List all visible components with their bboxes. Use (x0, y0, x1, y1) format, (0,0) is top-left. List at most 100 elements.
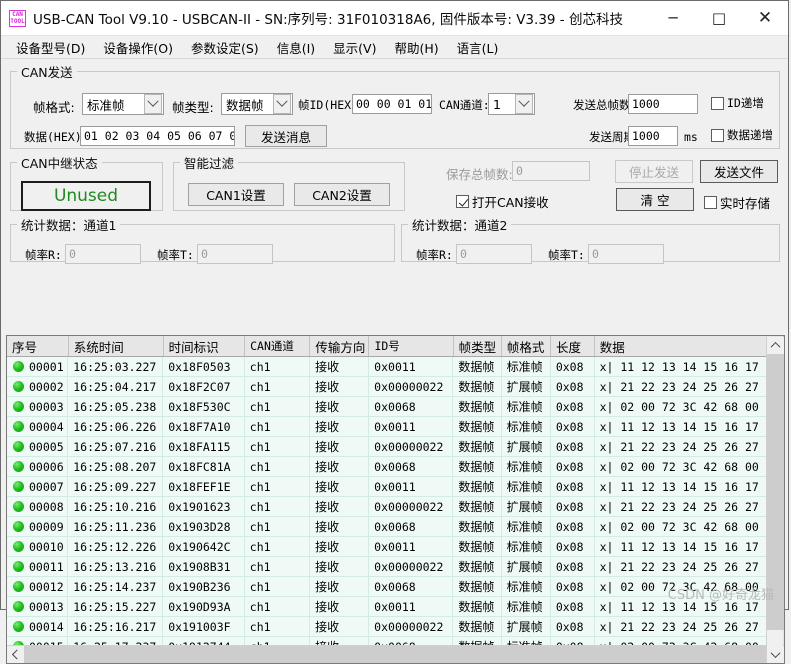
cell-frameformat: 标准帧 (502, 597, 551, 616)
scroll-up-button[interactable] (767, 337, 784, 354)
cell-length: 0x08 (551, 397, 595, 416)
cell-direction: 接收 (310, 457, 370, 476)
cell-systime: 16:25:12.226 (68, 537, 164, 556)
chevron-down-icon[interactable] (515, 94, 533, 114)
table-row[interactable]: 00005 16:25:07.216 0x18FA115 ch1 接收 0x0000002… (7, 437, 784, 457)
menu-item-parameters[interactable]: 参数设定(S) (182, 36, 268, 59)
menu-item-info[interactable]: 信息(I) (268, 36, 324, 59)
cell-channel: ch1 (245, 617, 311, 636)
send-message-button[interactable]: 发送消息 (245, 125, 327, 147)
table-row[interactable]: 00010 16:25:12.226 0x190642C ch1 接收 0x0011 数据帧… (7, 537, 784, 557)
table-row[interactable]: 00001 16:25:03.227 0x18F0503 ch1 接收 0x0011 数据帧… (7, 357, 784, 377)
checkbox-box-icon[interactable] (711, 128, 724, 142)
open-can-receive-checkbox[interactable]: 打开CAN接收 (456, 192, 549, 211)
cell-frametype: 数据帧 (453, 517, 502, 536)
chevron-down-icon[interactable] (144, 94, 162, 114)
table-header-timestamp[interactable]: 时间标识 (164, 336, 246, 356)
cell-frametype: 数据帧 (453, 457, 502, 476)
chevron-down-icon[interactable] (273, 94, 291, 114)
table-header-data[interactable]: 数据 (595, 336, 784, 356)
table-header-channel[interactable]: CAN通道 (245, 336, 311, 356)
clear-button[interactable]: 清 空 (616, 188, 694, 211)
menu-item-help[interactable]: 帮助(H) (385, 36, 447, 59)
table-row[interactable]: 00012 16:25:14.237 0x190B236 ch1 接收 0x0068 数据帧… (7, 577, 784, 597)
cell-timestamp: 0x191003F (163, 617, 245, 636)
scroll-left-button[interactable] (7, 646, 24, 663)
ch2-rate-r-label: 帧率R: (416, 248, 453, 262)
menu-bar: 设备型号(D) 设备操作(O) 参数设定(S) 信息(I) 显示(V) 帮助(H… (1, 36, 788, 59)
table-header-index[interactable]: 序号 (7, 336, 69, 356)
checkbox-box-icon[interactable] (704, 196, 717, 209)
can2-settings-button[interactable]: CAN2设置 (294, 183, 390, 206)
cell-systime: 16:25:10.216 (68, 497, 164, 516)
table-row[interactable]: 00014 16:25:16.217 0x191003F ch1 接收 0x0000002… (7, 617, 784, 637)
cell-data: x| 21 22 23 24 25 26 27 28 (595, 617, 784, 636)
horizontal-scroll-thumb[interactable] (24, 646, 784, 663)
menu-item-device-model[interactable]: 设备型号(D) (7, 36, 94, 59)
cell-index: 00007 (7, 477, 69, 496)
table-header-length[interactable]: 长度 (551, 336, 595, 356)
scroll-down-button[interactable] (767, 646, 784, 663)
frame-format-select[interactable]: 标准帧 (82, 93, 164, 115)
can1-settings-button[interactable]: CAN1设置 (188, 183, 284, 206)
table-header-systime[interactable]: 系统时间 (69, 336, 164, 356)
table-row[interactable]: 0001516:25:17.2370x1912744ch1接收0x0068数据帧… (7, 637, 784, 645)
cell-timestamp: 0x18F2C07 (163, 377, 245, 396)
id-increment-checkbox[interactable]: ID递增 (711, 95, 764, 111)
cell-systime: 16:25:04.217 (68, 377, 164, 396)
close-button[interactable]: ✕ (742, 1, 788, 35)
data-hex-input[interactable]: 01 02 03 04 05 06 07 08 (80, 126, 235, 146)
cell-data: x| 21 22 23 24 25 26 27 28 (595, 557, 784, 576)
total-frames-input[interactable]: 1000 (628, 94, 698, 114)
menu-item-display[interactable]: 显示(V) (324, 36, 385, 59)
cell-systime: 16:25:05.238 (68, 397, 164, 416)
send-period-input[interactable]: 1000 (628, 126, 678, 146)
table-header-id[interactable]: ID号 (369, 336, 454, 356)
table-row[interactable]: 00008 16:25:10.216 0x1901623 ch1 接收 0x0000002… (7, 497, 784, 517)
cell-length: 0x08 (551, 497, 595, 516)
table-row[interactable]: 00006 16:25:08.207 0x18FC81A ch1 接收 0x0068 数据帧… (7, 457, 784, 477)
cell-timestamp: 0x18FEF1E (163, 477, 245, 496)
vertical-scroll-thumb[interactable] (767, 354, 784, 630)
horizontal-scrollbar[interactable] (7, 645, 784, 663)
frame-type-select[interactable]: 数据帧 (221, 93, 293, 115)
cell-systime: 16:25:09.227 (68, 477, 164, 496)
send-file-button[interactable]: 发送文件 (700, 160, 778, 183)
ch1-rate-r-label: 帧率R: (25, 248, 62, 262)
frame-id-input[interactable]: 00 00 01 01 (352, 94, 432, 114)
cell-timestamp: 0x190B236 (163, 577, 245, 596)
table-header-direction[interactable]: 传输方向 (310, 336, 370, 356)
cell-systime: 16:25:13.216 (68, 557, 164, 576)
table-header-frameformat[interactable]: 帧格式 (502, 336, 551, 356)
table-row[interactable]: 00013 16:25:15.227 0x190D93A ch1 接收 0x0011 数据帧… (7, 597, 784, 617)
chevron-down-icon (770, 648, 781, 659)
window-title: USB-CAN Tool V9.10 - USBCAN-II - SN:序列号:… (33, 12, 623, 28)
minimize-button[interactable]: ─ (650, 1, 696, 35)
id-increment-label: ID递增 (727, 96, 764, 110)
menu-item-device-op[interactable]: 设备操作(O) (94, 36, 182, 59)
table-row[interactable]: 00007 16:25:09.227 0x18FEF1E ch1 接收 0x0011 数据帧… (7, 477, 784, 497)
cell-data: x| 02 00 72 3C 42 68 00 00 (595, 577, 784, 596)
can-channel-select[interactable]: 1 (488, 93, 535, 115)
table-row[interactable]: 00011 16:25:13.216 0x1908B31 ch1 接收 0x0000002… (7, 557, 784, 577)
cell-systime: 16:25:07.216 (68, 437, 164, 456)
cell-length: 0x08 (551, 357, 595, 376)
cell-systime: 16:25:11.236 (68, 517, 164, 536)
data-increment-checkbox[interactable]: 数据递增 (711, 127, 773, 143)
realtime-store-checkbox[interactable]: 实时存储 (704, 193, 770, 212)
table-row[interactable]: 00009 16:25:11.236 0x1903D28 ch1 接收 0x0068 数据帧… (7, 517, 784, 537)
cell-channel: ch1 (245, 477, 311, 496)
table-row[interactable]: 00004 16:25:06.226 0x18F7A10 ch1 接收 0x0011 数据帧… (7, 417, 784, 437)
cell-systime: 16:25:15.227 (68, 597, 164, 616)
checkbox-box-icon[interactable] (711, 96, 724, 110)
maximize-button[interactable]: □ (696, 1, 742, 35)
checkbox-checked-icon[interactable] (456, 195, 469, 208)
table-row[interactable]: 00003 16:25:05.238 0x18F530C ch1 接收 0x0068 数据帧… (7, 397, 784, 417)
table-row[interactable]: 00002 16:25:04.217 0x18F2C07 ch1 接收 0x0000002… (7, 377, 784, 397)
menu-item-language[interactable]: 语言(L) (448, 36, 508, 59)
stop-send-button[interactable]: 停止发送 (615, 160, 693, 183)
table-header-frametype[interactable]: 帧类型 (454, 336, 502, 356)
vertical-scrollbar[interactable] (766, 337, 784, 663)
title-bar: CAN TOOL USB-CAN Tool V9.10 - USBCAN-II … (1, 1, 788, 36)
cell-frametype: 数据帧 (453, 637, 502, 645)
